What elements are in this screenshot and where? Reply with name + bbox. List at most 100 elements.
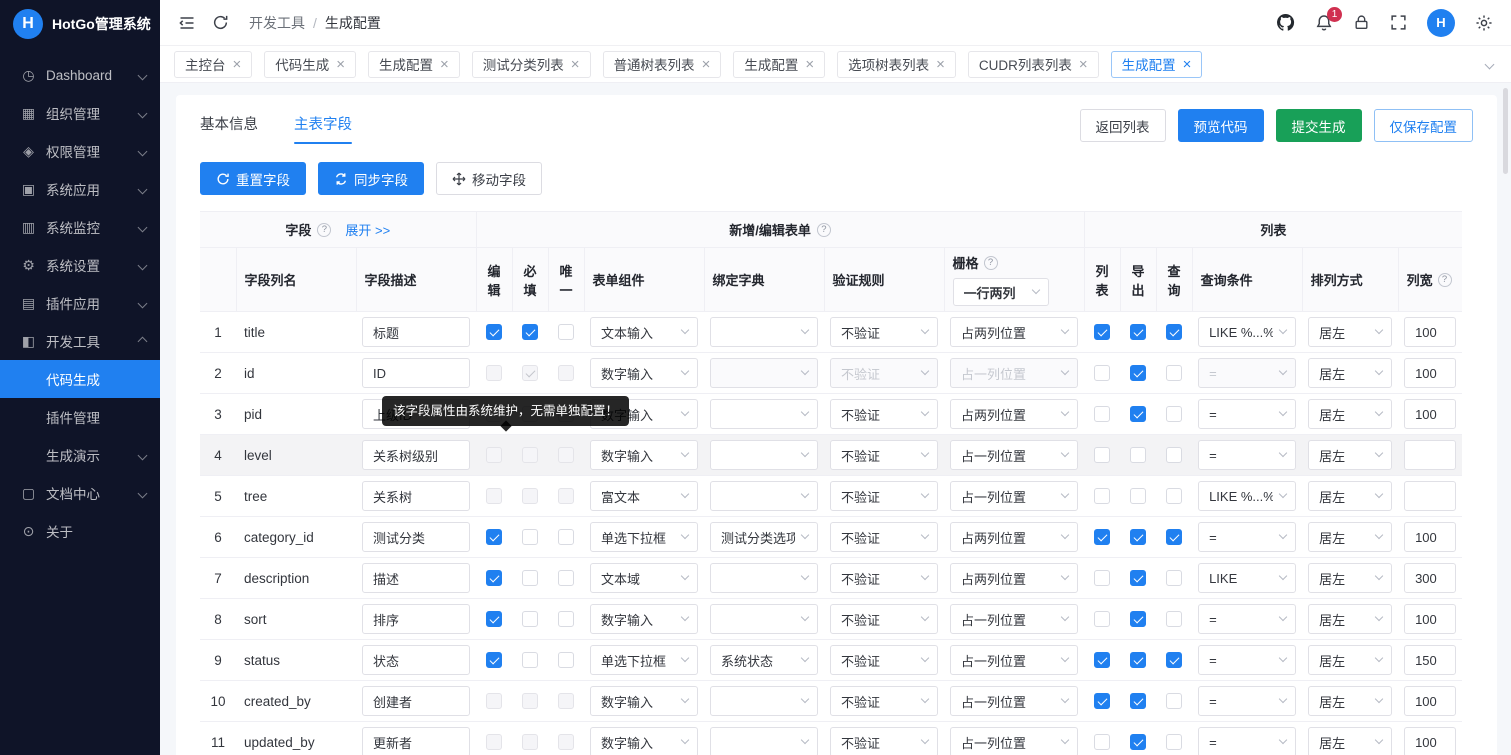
unique-checkbox[interactable] [558,611,574,627]
export-checkbox[interactable] [1130,693,1146,709]
close-icon[interactable]: × [571,57,580,72]
query-condition-select[interactable]: = [1198,604,1296,634]
close-icon[interactable]: × [1183,57,1192,72]
form-component-select[interactable]: 数字输入 [590,358,698,388]
form-component-select[interactable]: 数字输入 [590,604,698,634]
unique-checkbox[interactable] [558,324,574,340]
query-checkbox[interactable] [1166,324,1182,340]
tab-item[interactable]: 测试分类列表× [472,51,591,78]
grid-position-select[interactable]: 占两列位置 [950,317,1078,347]
list-checkbox[interactable] [1094,570,1110,586]
validation-rule-select[interactable]: 不验证 [830,686,938,716]
bind-dict-select[interactable] [710,481,818,511]
menu-collapse-icon[interactable] [178,14,196,32]
edit-checkbox[interactable] [486,652,502,668]
unique-checkbox[interactable] [558,529,574,545]
query-checkbox[interactable] [1166,406,1182,422]
query-checkbox[interactable] [1166,365,1182,381]
grid-position-select[interactable]: 占一列位置 [950,645,1078,675]
field-desc-input[interactable]: 更新者 [362,727,470,755]
field-desc-input[interactable]: ID [362,358,470,388]
tab-item[interactable]: 代码生成× [264,51,356,78]
list-checkbox[interactable] [1094,365,1110,381]
close-icon[interactable]: × [1079,57,1088,72]
export-checkbox[interactable] [1130,488,1146,504]
export-checkbox[interactable] [1130,734,1146,750]
query-condition-select[interactable]: = [1198,727,1296,755]
save-config-only-button[interactable]: 仅保存配置 [1374,109,1474,142]
field-desc-input[interactable]: 测试分类 [362,522,470,552]
validation-rule-select[interactable]: 不验证 [830,563,938,593]
edit-checkbox[interactable] [486,529,502,545]
export-checkbox[interactable] [1130,570,1146,586]
preview-code-button[interactable]: 预览代码 [1178,109,1264,142]
bind-dict-select[interactable]: 系统状态 [710,645,818,675]
export-checkbox[interactable] [1130,611,1146,627]
expand-fields-link[interactable]: 展开 >> [345,220,390,239]
edit-checkbox[interactable] [486,324,502,340]
query-condition-select[interactable]: = [1198,645,1296,675]
required-checkbox[interactable] [522,570,538,586]
column-width-input[interactable]: 100 [1404,399,1456,429]
validation-rule-select[interactable]: 不验证 [830,317,938,347]
sidebar-item-docs-center[interactable]: ▢文档中心 [0,474,160,512]
sidebar-item-about[interactable]: ⊙关于 [0,512,160,550]
query-condition-select[interactable]: = [1198,522,1296,552]
bind-dict-select[interactable] [710,358,818,388]
scrollbar-thumb[interactable] [1503,88,1508,174]
form-component-select[interactable]: 单选下拉框 [590,522,698,552]
list-checkbox[interactable] [1094,652,1110,668]
sidebar-item-code-generation[interactable]: 代码生成 [0,360,160,398]
edit-checkbox[interactable] [486,611,502,627]
align-select[interactable]: 居左 [1308,522,1392,552]
reset-fields-button[interactable]: 重置字段 [200,162,306,195]
column-width-input[interactable] [1404,481,1456,511]
column-width-input[interactable]: 100 [1404,604,1456,634]
edit-checkbox[interactable] [486,570,502,586]
sidebar-item-organization[interactable]: ▦组织管理 [0,94,160,132]
export-checkbox[interactable] [1130,652,1146,668]
bind-dict-select[interactable] [710,727,818,755]
form-component-select[interactable]: 文本输入 [590,317,698,347]
bind-dict-select[interactable] [710,686,818,716]
field-desc-input[interactable]: 状态 [362,645,470,675]
notification-bell-icon[interactable]: 1 [1315,14,1333,32]
bind-dict-select[interactable]: 测试分类选项 [710,522,818,552]
grid-position-select[interactable]: 占一列位置 [950,727,1078,755]
export-checkbox[interactable] [1130,365,1146,381]
form-component-select[interactable]: 富文本 [590,481,698,511]
field-desc-input[interactable]: 创建者 [362,686,470,716]
close-icon[interactable]: × [805,57,814,72]
validation-rule-select[interactable]: 不验证 [830,358,938,388]
unique-checkbox[interactable] [558,652,574,668]
validation-rule-select[interactable]: 不验证 [830,481,938,511]
column-width-input[interactable]: 100 [1404,358,1456,388]
field-desc-input[interactable]: 标题 [362,317,470,347]
list-checkbox[interactable] [1094,734,1110,750]
sidebar-item-plugin-app[interactable]: ▤插件应用 [0,284,160,322]
breadcrumb-item[interactable]: 生成配置 [325,13,381,33]
query-checkbox[interactable] [1166,611,1182,627]
query-checkbox[interactable] [1166,488,1182,504]
column-width-input[interactable]: 300 [1404,563,1456,593]
field-desc-input[interactable]: 关系树 [362,481,470,511]
close-icon[interactable]: × [440,57,449,72]
submit-generate-button[interactable]: 提交生成 [1276,109,1362,142]
query-checkbox[interactable] [1166,570,1182,586]
required-checkbox[interactable] [522,529,538,545]
column-width-input[interactable]: 100 [1404,686,1456,716]
align-select[interactable]: 居左 [1308,563,1392,593]
align-select[interactable]: 居左 [1308,317,1392,347]
align-select[interactable]: 居左 [1308,645,1392,675]
list-checkbox[interactable] [1094,324,1110,340]
settings-gear-icon[interactable] [1475,14,1493,32]
tab-options-button[interactable] [1482,57,1497,72]
sidebar-item-system-settings[interactable]: ⚙系统设置 [0,246,160,284]
tab-item[interactable]: 生成配置× [733,51,825,78]
refresh-icon[interactable] [212,14,229,31]
column-width-input[interactable] [1404,440,1456,470]
lock-icon[interactable] [1353,14,1370,31]
align-select[interactable]: 居左 [1308,686,1392,716]
query-condition-select[interactable]: LIKE [1198,563,1296,593]
validation-rule-select[interactable]: 不验证 [830,440,938,470]
